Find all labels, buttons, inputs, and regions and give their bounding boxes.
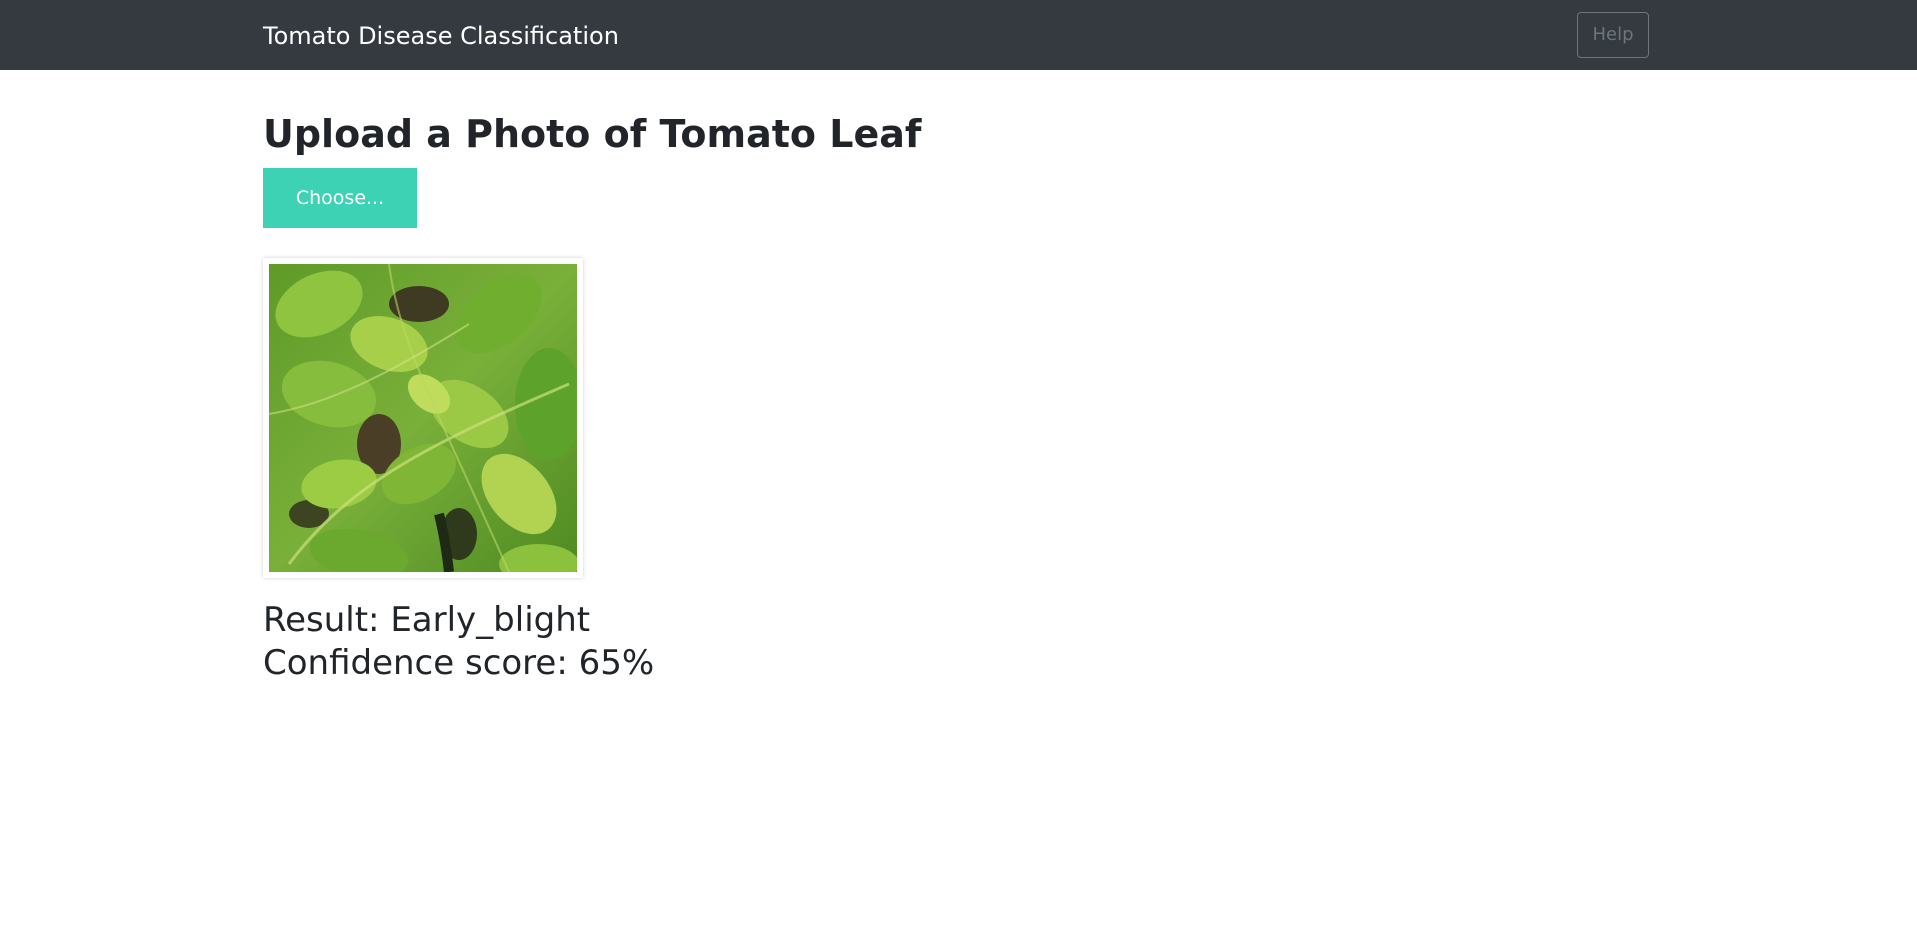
help-button[interactable]: Help [1577,12,1649,58]
image-preview [263,258,583,578]
app-brand[interactable]: Tomato Disease Classification [263,20,619,52]
result-label: Result: Early_blight [263,600,591,640]
page-title: Upload a Photo of Tomato Leaf [263,112,922,156]
tomato-leaf-image [269,264,577,572]
choose-file-button[interactable]: Choose... [263,168,417,228]
confidence-score: Confidence score: 65% [263,643,655,683]
navbar: Tomato Disease Classification Help [0,0,1917,70]
